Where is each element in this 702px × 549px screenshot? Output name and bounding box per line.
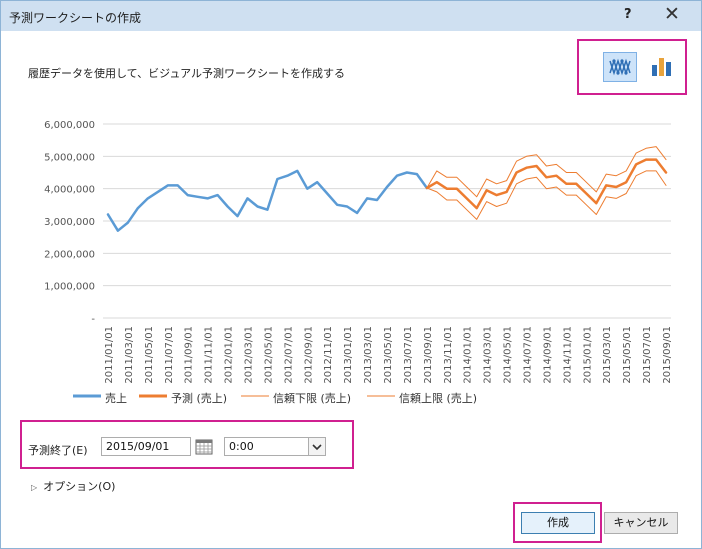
cancel-button[interactable]: キャンセル [604, 512, 678, 534]
x-tick-label: 2014/09/01 [542, 326, 553, 384]
x-tick-label: 2015/09/01 [662, 326, 673, 384]
x-tick-label: 2013/11/01 [443, 326, 454, 384]
x-tick-label: 2013/07/01 [403, 326, 414, 384]
x-tick-label: 2012/03/01 [243, 326, 254, 384]
x-tick-label: 2011/05/01 [144, 326, 155, 384]
forecast-chart: 6,000,000 5,000,000 4,000,000 3,000,000 2,00… [44, 120, 673, 384]
line-chart-button[interactable] [603, 52, 637, 82]
legend-item-sales: 売上 [73, 390, 143, 405]
x-tick-label: 2011/07/01 [164, 326, 175, 384]
legend-label: 売上 [105, 392, 127, 405]
legend-label: 予測 (売上) [171, 392, 228, 405]
x-tick-label: 2015/05/01 [622, 326, 633, 384]
series-sales-line [106, 169, 429, 232]
dropdown-arrow[interactable] [308, 438, 325, 455]
legend-label: 信頼下限 (売上) [273, 392, 352, 405]
x-tick-label: 2014/05/01 [503, 326, 514, 384]
x-tick-label: 2011/11/01 [204, 326, 215, 384]
chevron-down-icon [312, 444, 322, 451]
series-forecast-line [425, 158, 668, 210]
forecast-end-time-select[interactable]: 0:00 [224, 437, 326, 456]
expand-triangle-icon: ▷ [31, 483, 38, 492]
x-tick-label: 2014/07/01 [523, 326, 534, 384]
dialog-description: 履歴データを使用して、ビジュアル予測ワークシートを作成する [28, 67, 346, 80]
options-label: オプション(O) [43, 480, 116, 493]
y-tick-label: 3,000,000 [44, 217, 95, 228]
create-button[interactable]: 作成 [521, 512, 595, 534]
column-chart-button[interactable] [646, 52, 680, 82]
line-chart-icon [609, 58, 631, 76]
x-tick-label: 2015/07/01 [642, 326, 653, 384]
legend-label: 信頼上限 (売上) [399, 392, 478, 405]
y-tick-label: - [91, 314, 95, 325]
x-tick-label: 2015/03/01 [602, 326, 613, 384]
time-value: 0:00 [229, 440, 254, 453]
x-tick-label: 2012/07/01 [283, 326, 294, 384]
x-tick-label: 2013/03/01 [363, 326, 374, 384]
x-tick-label: 2015/01/01 [582, 326, 593, 384]
calendar-icon [195, 439, 213, 455]
y-tick-label: 5,000,000 [44, 152, 95, 163]
y-tick-label: 1,000,000 [44, 282, 95, 293]
forecast-end-label: 予測終了(E) [28, 444, 88, 457]
legend-item-upper-bound: 信頼上限 (売上) [367, 390, 487, 405]
y-tick-label: 2,000,000 [44, 249, 95, 260]
y-tick-label: 6,000,000 [44, 120, 95, 131]
dialog-title: 予測ワークシートの作成 [9, 11, 142, 25]
options-expander[interactable]: ▷ オプション(O) [31, 478, 115, 494]
x-tick-label: 2014/11/01 [562, 326, 573, 384]
calendar-button[interactable] [194, 437, 214, 456]
x-tick-label: 2014/03/01 [483, 326, 494, 384]
x-tick-label: 2013/09/01 [423, 326, 434, 384]
forecast-dialog: 予測ワークシートの作成 ? ✕ 履歴データを使用して、ビジュアル予測ワークシート… [0, 0, 702, 549]
x-tick-label: 2013/05/01 [383, 326, 394, 384]
y-tick-label: 4,000,000 [44, 185, 95, 196]
x-tick-label: 2011/03/01 [124, 326, 135, 384]
column-chart-icon [652, 58, 671, 76]
x-tick-label: 2014/01/01 [463, 326, 474, 384]
x-tick-label: 2013/01/01 [343, 326, 354, 384]
legend-item-lower-bound: 信頼下限 (売上) [241, 390, 361, 405]
title-bar: 予測ワークシートの作成 ? ✕ [1, 1, 701, 31]
x-tick-label: 2012/11/01 [323, 326, 334, 384]
x-tick-label: 2012/09/01 [303, 326, 314, 384]
x-tick-label: 2011/09/01 [184, 326, 195, 384]
x-tick-label: 2012/05/01 [263, 326, 274, 384]
close-button[interactable]: ✕ [664, 3, 680, 25]
forecast-end-date-input[interactable] [101, 437, 191, 456]
help-button[interactable]: ? [624, 7, 632, 22]
legend-item-forecast: 予測 (売上) [139, 390, 249, 405]
series-upper-bound-line [426, 146, 667, 198]
x-tick-label: 2012/01/01 [224, 326, 235, 384]
x-tick-label: 2011/01/01 [104, 326, 115, 384]
